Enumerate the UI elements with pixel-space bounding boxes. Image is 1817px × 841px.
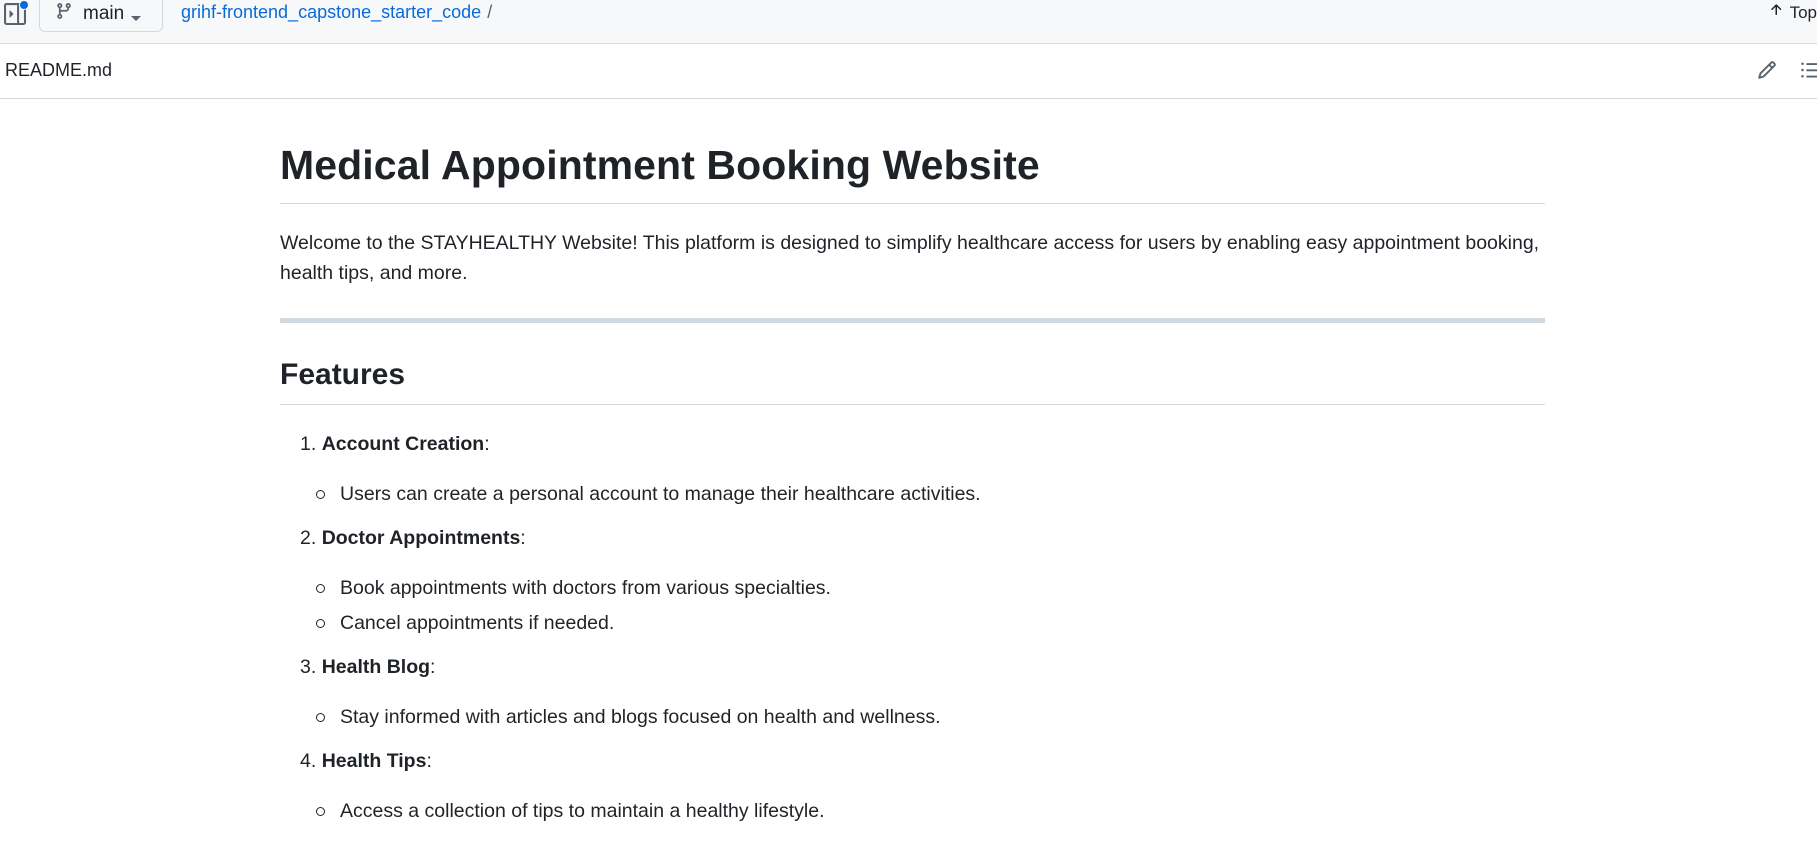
file-header: README.md — [0, 44, 1817, 99]
breadcrumb-repo-link[interactable]: grihf-frontend_capstone_starter_code — [181, 2, 481, 22]
back-to-top-label: Top — [1789, 2, 1817, 22]
feature-number: 2. — [300, 526, 317, 549]
feature-suffix: : — [430, 655, 436, 678]
arrow-up-icon — [1768, 2, 1790, 23]
pencil-icon[interactable] — [1757, 60, 1779, 82]
back-to-top-link[interactable]: Top — [1768, 2, 1817, 23]
readme-intro: Welcome to the STAYHEALTHY Website! This… — [280, 232, 1540, 285]
feature-item: 3. Health Blog: Stay informed with artic… — [300, 652, 1545, 732]
list-unordered-icon[interactable] — [1800, 60, 1817, 82]
feature-suffix: : — [484, 432, 490, 455]
feature-detail: Cancel appointments if needed. — [316, 608, 1545, 638]
feature-detail: Stay informed with articles and blogs fo… — [316, 702, 1545, 732]
circle-bullet-icon — [316, 583, 325, 593]
branch-name: main — [83, 3, 125, 24]
features-heading: Features — [280, 356, 1545, 405]
features-list: 1. Account Creation: Users can create a … — [280, 429, 1545, 826]
circle-bullet-icon — [316, 618, 325, 628]
circle-bullet-icon — [316, 806, 325, 816]
circle-bullet-icon — [316, 489, 325, 499]
feature-detail: Book appointments with doctors from vari… — [316, 573, 1545, 603]
breadcrumb: grihf-frontend_capstone_starter_code / — [181, 2, 492, 23]
file-name: README.md — [5, 60, 113, 80]
feature-details: Users can create a personal account to m… — [300, 479, 1545, 509]
feature-item: 1. Account Creation: Users can create a … — [300, 429, 1545, 509]
notification-indicator — [19, 0, 29, 10]
feature-suffix: : — [520, 526, 526, 549]
feature-details: Access a collection of tips to maintain … — [300, 796, 1545, 826]
branch-selector-button[interactable]: main — [39, 0, 163, 32]
circle-bullet-icon — [316, 712, 325, 722]
git-branch-icon — [55, 2, 73, 25]
feature-name: Health Blog — [321, 655, 431, 678]
feature-number: 4. — [300, 749, 317, 772]
feature-details: Book appointments with doctors from vari… — [300, 573, 1545, 638]
readme-title: Medical Appointment Booking Website — [280, 99, 1545, 205]
feature-name: Account Creation — [321, 432, 485, 455]
feature-name: Health Tips — [321, 749, 427, 772]
feature-detail: Access a collection of tips to maintain … — [316, 796, 1545, 826]
feature-item: 4. Health Tips: Access a collection of t… — [300, 746, 1545, 826]
feature-name: Doctor Appointments — [321, 526, 521, 549]
readme-content: Medical Appointment Booking Website Welc… — [280, 99, 1545, 840]
divider — [280, 318, 1545, 324]
triangle-down-icon — [130, 10, 142, 28]
feature-details: Stay informed with articles and blogs fo… — [300, 702, 1545, 732]
feature-suffix: : — [426, 749, 432, 772]
feature-item: 2. Doctor Appointments: Book appointment… — [300, 523, 1545, 638]
breadcrumb-separator: / — [487, 2, 493, 22]
feature-number: 1. — [300, 432, 317, 455]
feature-number: 3. — [300, 655, 317, 678]
repo-top-bar: main grihf-frontend_capstone_starter_cod… — [0, 0, 1817, 44]
feature-detail: Users can create a personal account to m… — [316, 479, 1545, 509]
